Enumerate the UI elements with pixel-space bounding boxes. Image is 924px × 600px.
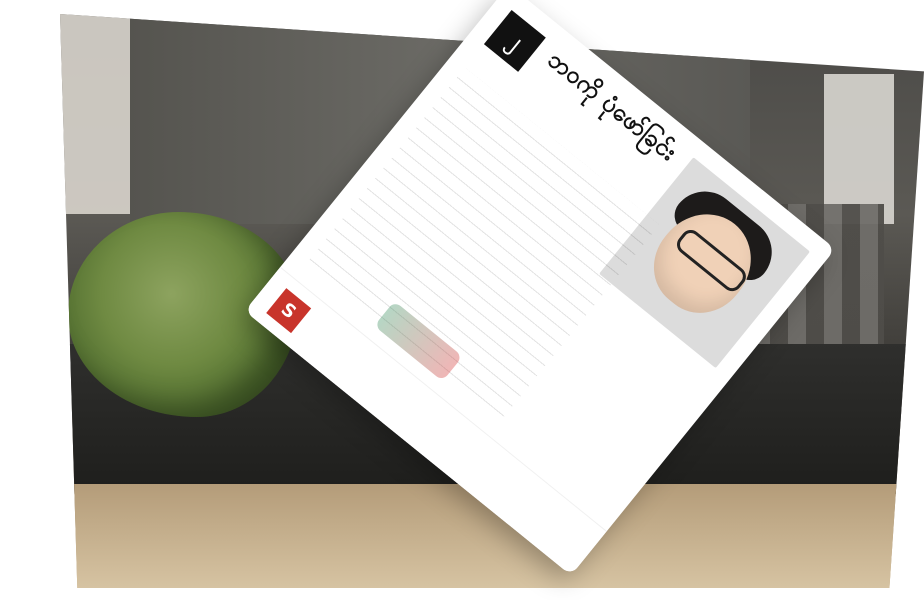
right-tile-wall (824, 74, 894, 224)
left-tile-wall (60, 14, 130, 214)
top-badge: ၂ (483, 9, 546, 72)
footer-badge: S (266, 288, 312, 334)
